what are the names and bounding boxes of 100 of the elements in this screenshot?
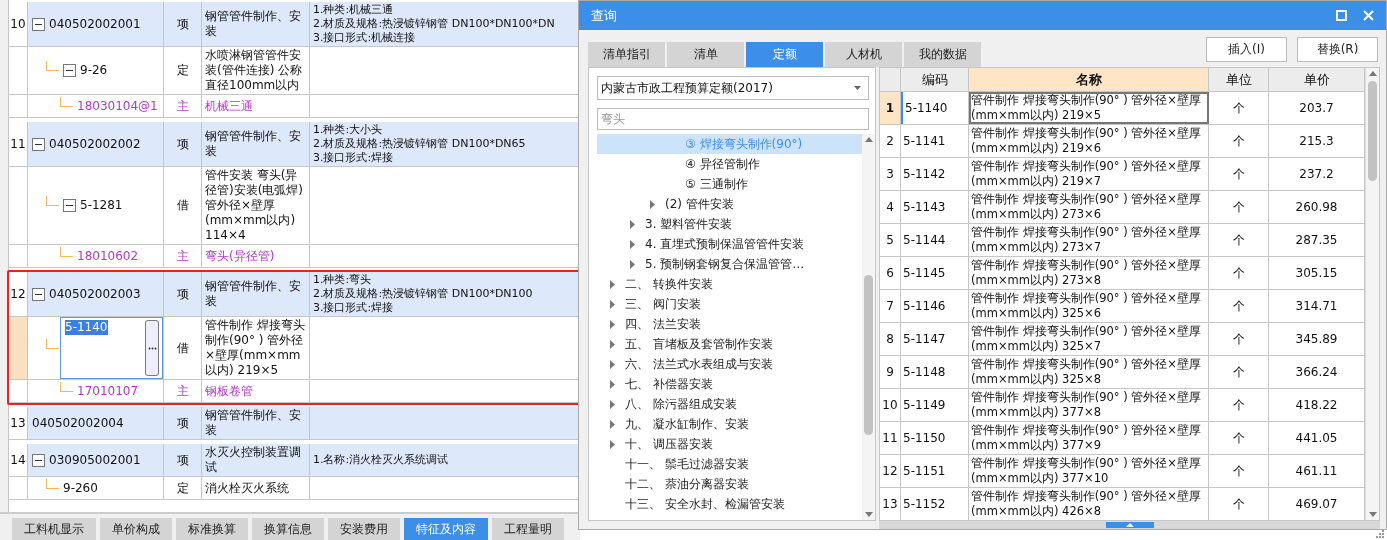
column-header[interactable]: 单位	[1209, 68, 1269, 92]
collapse-icon[interactable]	[63, 64, 76, 77]
collapse-icon[interactable]	[32, 137, 45, 151]
expand-arrow-icon[interactable]	[609, 359, 615, 369]
tree-item[interactable]: 5. 预制钢套钢复合保温管管…	[597, 254, 862, 274]
close-icon[interactable]	[1363, 10, 1374, 21]
scroll-thumb[interactable]	[1368, 81, 1377, 181]
collapse-icon[interactable]	[32, 453, 45, 467]
tree-item[interactable]: 四、 法兰安装	[597, 314, 862, 334]
tree-item[interactable]: 八、 除污器组成安装	[597, 394, 862, 414]
row-number[interactable]: 12	[880, 455, 901, 487]
feature-line: 2.材质及规格:热浸镀锌钢管 DN100*DN65	[313, 137, 526, 151]
row-number: 11	[9, 122, 28, 166]
bottom-tab[interactable]: 安装费用	[328, 518, 400, 540]
expand-arrow-icon[interactable]	[609, 319, 615, 329]
bottom-tab[interactable]: 标准换算	[176, 518, 248, 540]
code-input-field[interactable]: 5-1140	[60, 317, 163, 379]
code-cell: 5-1150	[901, 422, 969, 454]
scroll-down-icon[interactable]	[864, 512, 873, 517]
scrollbar[interactable]	[862, 134, 875, 520]
tree-item[interactable]: 十、 调压器安装	[597, 434, 862, 454]
tree-item[interactable]: 3. 塑料管件安装	[597, 214, 862, 234]
row-number[interactable]: 10	[880, 389, 901, 421]
expand-arrow-icon[interactable]	[629, 219, 635, 229]
tree-line	[46, 338, 59, 349]
type-cell: 项	[164, 272, 202, 316]
scrollbar[interactable]	[1365, 68, 1379, 520]
bottom-tab[interactable]: 换算信息	[252, 518, 324, 540]
scroll-down-icon[interactable]	[1368, 512, 1377, 517]
name-cell: 管件制作 焊接弯头制作(90° ) 管外径×壁厚(mm×mm以内) 219×5	[969, 92, 1209, 124]
splitter-handle[interactable]	[1105, 522, 1154, 528]
tree-item[interactable]: 三、 阀门安装	[597, 294, 862, 314]
tree-item[interactable]: (2) 管件安装	[597, 194, 862, 214]
type-cell: 主	[164, 245, 202, 267]
quota-book-dropdown[interactable]: 内蒙古市政工程预算定额(2017)	[597, 76, 869, 100]
code-cell: 5-1152	[901, 488, 969, 520]
tree-line	[60, 381, 73, 392]
scroll-up-icon[interactable]	[864, 137, 873, 142]
maximize-icon[interactable]	[1336, 10, 1347, 21]
expand-arrow-icon[interactable]	[609, 379, 615, 389]
tree-item[interactable]: 七、 补偿器安装	[597, 374, 862, 394]
item-code: 18010602	[77, 248, 139, 264]
tree-item[interactable]: ⑤ 三通制作	[597, 174, 862, 194]
item-code: 9-26	[80, 63, 108, 78]
row-number[interactable]: 1	[880, 92, 901, 124]
scroll-up-icon[interactable]	[1368, 71, 1377, 76]
item-code: 040502002002	[49, 136, 141, 152]
name-cell: 弯头(异径管)	[202, 245, 310, 267]
type-cell: 项	[164, 122, 202, 166]
name-cell: 管件安装 弯头(异径管)安装(电弧焊) 管外径×壁厚(mm×mm以内) 114×4	[202, 167, 310, 244]
expand-arrow-icon[interactable]	[629, 239, 635, 249]
item-code: 040502002001	[49, 16, 141, 32]
expand-arrow-icon[interactable]	[629, 259, 635, 269]
tree-item[interactable]: 六、 法兰式水表组成与安装	[597, 354, 862, 374]
row-number: 10	[9, 2, 28, 46]
tree-item[interactable]: 十一、 鬃毛过滤器安装	[597, 454, 862, 474]
action-button[interactable]: 替换(R)	[1297, 37, 1378, 62]
expand-arrow-icon[interactable]	[609, 279, 615, 289]
name-cell: 管件制作 焊接弯头制作(90° ) 管外径×壁厚(mm×mm以内) 325×7	[969, 323, 1209, 355]
expand-arrow-icon[interactable]	[609, 399, 615, 409]
action-button[interactable]: 插入(I)	[1206, 37, 1287, 62]
collapse-icon[interactable]	[32, 287, 45, 301]
collapse-icon[interactable]	[32, 17, 45, 31]
tree-item[interactable]: 五、 盲堵板及套管制作安装	[597, 334, 862, 354]
unit-cell: 个	[1209, 422, 1269, 454]
expand-arrow-icon[interactable]	[609, 299, 615, 309]
tree-item[interactable]: ④ 异径管制作	[597, 154, 862, 174]
dialog-tab[interactable]: 清单	[667, 42, 744, 67]
bottom-tab[interactable]: 单价构成	[100, 518, 172, 540]
tree-item[interactable]: 九、 凝水缸制作、安装	[597, 414, 862, 434]
item-code: 5-1281	[80, 198, 123, 213]
dialog-tab[interactable]: 我的数据	[904, 42, 981, 67]
dialog-tab[interactable]: 清单指引	[588, 42, 665, 67]
tree-item[interactable]: 十三、 安全水封、检漏管安装	[597, 494, 862, 514]
bottom-tab[interactable]: 工程量明	[492, 518, 564, 540]
code-cell: 5-1140	[901, 92, 969, 124]
row-number[interactable]: 11	[880, 422, 901, 454]
expand-arrow-icon[interactable]	[609, 339, 615, 349]
feature-line: 3.接口形式:焊接	[313, 301, 394, 315]
row-number[interactable]: 13	[880, 488, 901, 520]
column-header[interactable]: 单价	[1269, 68, 1365, 92]
scroll-thumb[interactable]	[864, 275, 873, 435]
code-cell: 5-1142	[901, 158, 969, 190]
tree-item[interactable]: 二、 转换件安装	[597, 274, 862, 294]
item-code: 030905002001	[49, 452, 141, 468]
name-cell: 管件制作 焊接弯头制作(90° ) 管外径×壁厚(mm×mm以内) 219×6	[969, 125, 1209, 157]
expand-arrow-icon[interactable]	[649, 199, 655, 209]
dialog-tab[interactable]: 人材机	[825, 42, 902, 67]
column-header[interactable]: 名称	[969, 68, 1209, 92]
expand-arrow-icon[interactable]	[609, 439, 615, 449]
resize-grip-icon[interactable]	[1376, 530, 1384, 538]
browse-button[interactable]	[145, 320, 159, 376]
tree-item[interactable]: 4. 直埋式预制保温管管件安装	[597, 234, 862, 254]
bottom-tab[interactable]: 工料机显示	[12, 518, 96, 540]
tree-line	[46, 61, 59, 71]
collapse-icon[interactable]	[63, 199, 76, 212]
feature-line: 1.种类:大小头	[313, 123, 383, 137]
tree-item[interactable]: 十二、 萘油分离器安装	[597, 474, 862, 494]
expand-arrow-icon[interactable]	[609, 419, 615, 429]
column-header[interactable]: 编码	[901, 68, 969, 92]
